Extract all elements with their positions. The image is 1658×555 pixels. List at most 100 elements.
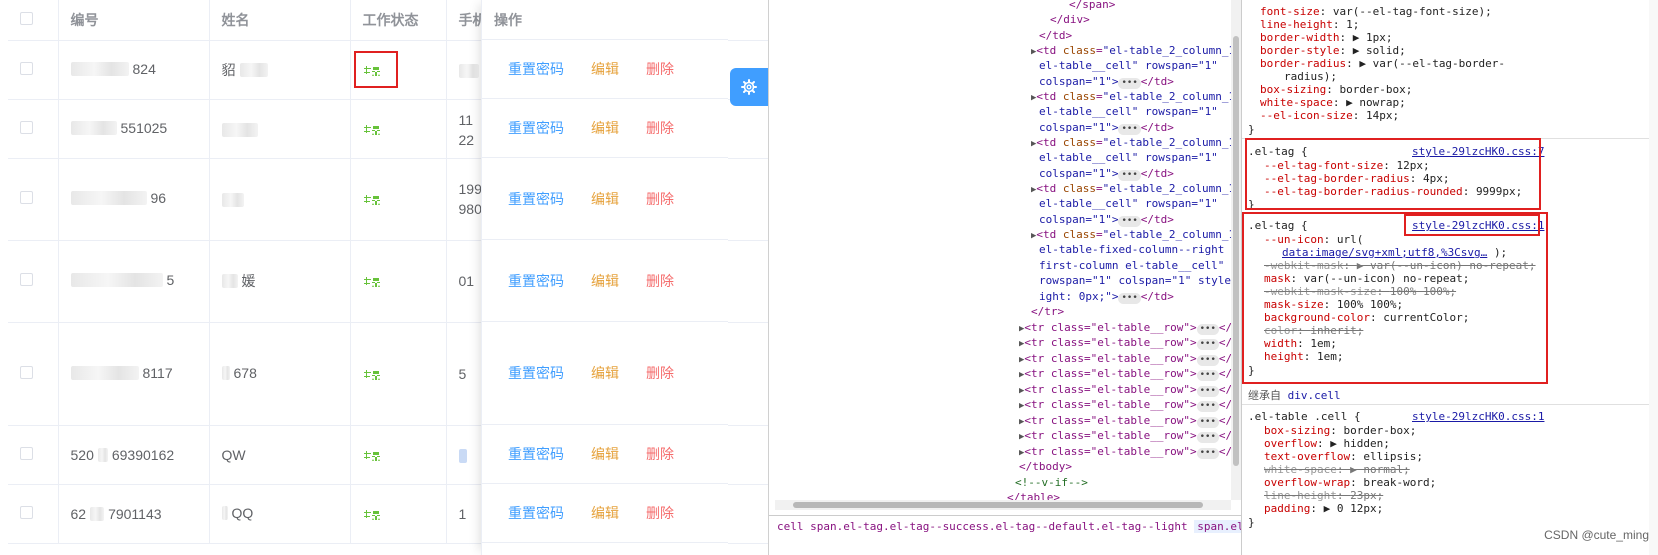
select-all-checkbox[interactable] (20, 11, 33, 25)
header-status[interactable]: 工作状态 (350, 0, 447, 41)
select-all-cell[interactable] (8, 0, 59, 41)
row-select-cell[interactable] (8, 322, 59, 426)
row-checkbox[interactable] (20, 505, 33, 519)
css-decl-overridden[interactable]: -webkit-mask: ▶ var(--un-icon) no-repeat… (1264, 259, 1536, 272)
row-select-cell[interactable] (8, 240, 59, 323)
delete-button[interactable]: 删除 (646, 363, 674, 383)
dom-node-td[interactable]: ▶<td class="el-table_2_column_15 (1031, 135, 1241, 150)
reset-password-button[interactable]: 重置密码 (508, 503, 564, 523)
css-decl[interactable]: overflow: ▶ hidden; (1264, 437, 1390, 450)
reset-password-button[interactable]: 重置密码 (508, 444, 564, 464)
css-decl[interactable]: text-overflow: ellipsis; (1264, 450, 1423, 463)
css-decl[interactable]: --un-icon: url( (1264, 233, 1363, 246)
css-decl-overridden[interactable]: -webkit-mask-size: 100% 100%; (1264, 285, 1456, 298)
row-select-cell[interactable] (8, 99, 59, 159)
dom-node-tr[interactable]: ▶<tr class="el-table__row">•••</tr (1019, 382, 1241, 397)
dom-node[interactable]: </span> (1069, 0, 1115, 12)
row-checkbox[interactable] (20, 273, 33, 286)
ellipsis-icon[interactable]: ••• (1118, 170, 1141, 181)
row-select-cell[interactable] (8, 484, 59, 544)
dom-node-td[interactable]: ▶<td class="el-table_2_column_13 (1031, 43, 1241, 58)
css-decl[interactable]: mask: var(--un-icon) no-repeat; (1264, 272, 1469, 285)
header-name[interactable]: 姓名 (209, 0, 351, 41)
dom-node-tr[interactable]: ▶<tr class="el-table__row">•••</tr (1019, 320, 1241, 335)
ellipsis-icon[interactable]: ••• (1118, 293, 1141, 304)
css-selector[interactable]: .el-tag { (1248, 219, 1308, 232)
ellipsis-icon[interactable]: ••• (1118, 216, 1141, 227)
css-decl[interactable]: white-space: ▶ nowrap; (1260, 96, 1406, 109)
css-selector[interactable]: .el-tag { (1248, 145, 1308, 158)
ellipsis-icon[interactable]: ••• (1118, 124, 1141, 135)
css-decl[interactable]: --el-tag-border-radius: 4px; (1264, 172, 1449, 185)
edit-button[interactable]: 编辑 (591, 444, 619, 464)
edit-button[interactable]: 编辑 (591, 118, 619, 138)
edit-button[interactable]: 编辑 (591, 59, 619, 79)
edit-button[interactable]: 编辑 (591, 363, 619, 383)
scrollbar-thumb[interactable] (1233, 36, 1239, 466)
css-source-link[interactable]: style-29lzcHK0.css:7 (1412, 145, 1544, 158)
css-decl[interactable]: font-size: var(--el-tag-font-size); (1260, 5, 1492, 18)
reset-password-button[interactable]: 重置密码 (508, 59, 564, 79)
css-decl[interactable]: overflow-wrap: break-word; (1264, 476, 1436, 489)
styles-scrollbar[interactable] (1649, 0, 1658, 555)
dom-node-tr[interactable]: ▶<tr class="el-table__row">•••</tr (1019, 428, 1241, 443)
dom-node-tr[interactable]: ▶<tr class="el-table__row">•••</tr (1019, 335, 1241, 350)
css-decl[interactable]: --el-tag-font-size: 12px; (1264, 159, 1430, 172)
css-decl[interactable]: border-width: ▶ 1px; (1260, 31, 1392, 44)
css-decl-cont[interactable]: data:image/svg+xml;utf8,%3Csvg… ); (1282, 246, 1507, 259)
dom-node-tr[interactable]: ▶<tr class="el-table__row">•••</tr (1019, 351, 1241, 366)
dom-node[interactable]: </td> (1039, 28, 1072, 43)
css-decl[interactable]: --el-tag-border-radius-rounded: 9999px; (1264, 185, 1522, 198)
css-decl[interactable]: box-sizing: border-box; (1264, 424, 1416, 437)
reset-password-button[interactable]: 重置密码 (508, 118, 564, 138)
dom-node[interactable]: </div> (1050, 12, 1090, 27)
css-decl[interactable]: line-height: 1; (1260, 18, 1359, 31)
css-decl[interactable]: border-radius: ▶ var(--el-tag-border- (1260, 57, 1505, 70)
css-decl[interactable]: border-style: ▶ solid; (1260, 44, 1406, 57)
svg-data-link[interactable]: data:image/svg+xml;utf8,%3Csvg… (1282, 246, 1487, 259)
dom-node-td[interactable]: ▶<td class="el-table_2_column_16 (1031, 181, 1241, 196)
css-decl[interactable]: mask-size: 100% 100%; (1264, 298, 1403, 311)
row-checkbox[interactable] (20, 61, 33, 75)
dom-node[interactable]: </tbody> (1019, 459, 1072, 474)
css-decl[interactable]: padding: ▶ 0 12px; (1264, 502, 1383, 515)
row-select-cell[interactable] (8, 40, 59, 100)
reset-password-button[interactable]: 重置密码 (508, 189, 564, 209)
row-checkbox[interactable] (20, 120, 33, 134)
css-selector[interactable]: .el-table .cell { (1248, 410, 1361, 423)
reset-password-button[interactable]: 重置密码 (508, 271, 564, 291)
delete-button[interactable]: 删除 (646, 444, 674, 464)
delete-button[interactable]: 删除 (646, 503, 674, 523)
css-decl-overridden[interactable]: white-space: ▶ normal; (1264, 463, 1410, 476)
css-decl[interactable]: box-sizing: border-box; (1260, 83, 1412, 96)
dom-node-tr[interactable]: ▶<tr class="el-table__row">•••</tr (1019, 366, 1241, 381)
breadcrumb-item-selected[interactable]: span.el-tag__content (1194, 520, 1241, 533)
header-id[interactable]: 编号 (58, 0, 210, 41)
css-decl[interactable]: height: 1em; (1264, 350, 1344, 363)
row-checkbox[interactable] (20, 191, 33, 204)
css-decl[interactable]: --el-icon-size: 14px; (1260, 109, 1399, 122)
css-decl[interactable]: background-color: currentColor; (1264, 311, 1469, 324)
css-source-link[interactable]: style-29lzcHK0.css:1 (1412, 410, 1544, 423)
dom-node-td[interactable]: ▶<td class="el-table_2_column_17 (1031, 227, 1241, 242)
dom-node-tr[interactable]: ▶<tr class="el-table__row">•••</tr (1019, 397, 1241, 412)
edit-button[interactable]: 编辑 (591, 503, 619, 523)
settings-button[interactable] (730, 68, 768, 106)
breadcrumb-item[interactable]: cell span.el-tag.el-tag--success.el-tag-… (777, 520, 1188, 533)
edit-button[interactable]: 编辑 (591, 189, 619, 209)
edit-button[interactable]: 编辑 (591, 271, 619, 291)
css-decl-overridden[interactable]: color: inherit; (1264, 324, 1363, 337)
delete-button[interactable]: 删除 (646, 118, 674, 138)
ellipsis-icon[interactable]: ••• (1118, 78, 1141, 89)
scrollbar-thumb[interactable] (793, 502, 1203, 508)
css-decl[interactable]: width: 1em; (1264, 337, 1337, 350)
elements-vertical-scrollbar[interactable] (1231, 0, 1241, 500)
row-select-cell[interactable] (8, 158, 59, 241)
css-source-link[interactable]: style-29lzcHK0.css:1 (1412, 219, 1544, 232)
css-decl-overridden[interactable]: line-height: 23px; (1264, 489, 1383, 502)
dom-node[interactable]: </tr> (1031, 304, 1064, 319)
delete-button[interactable]: 删除 (646, 271, 674, 291)
row-checkbox[interactable] (20, 365, 33, 379)
delete-button[interactable]: 删除 (646, 59, 674, 79)
inherited-node-link[interactable]: div.cell (1288, 389, 1341, 402)
